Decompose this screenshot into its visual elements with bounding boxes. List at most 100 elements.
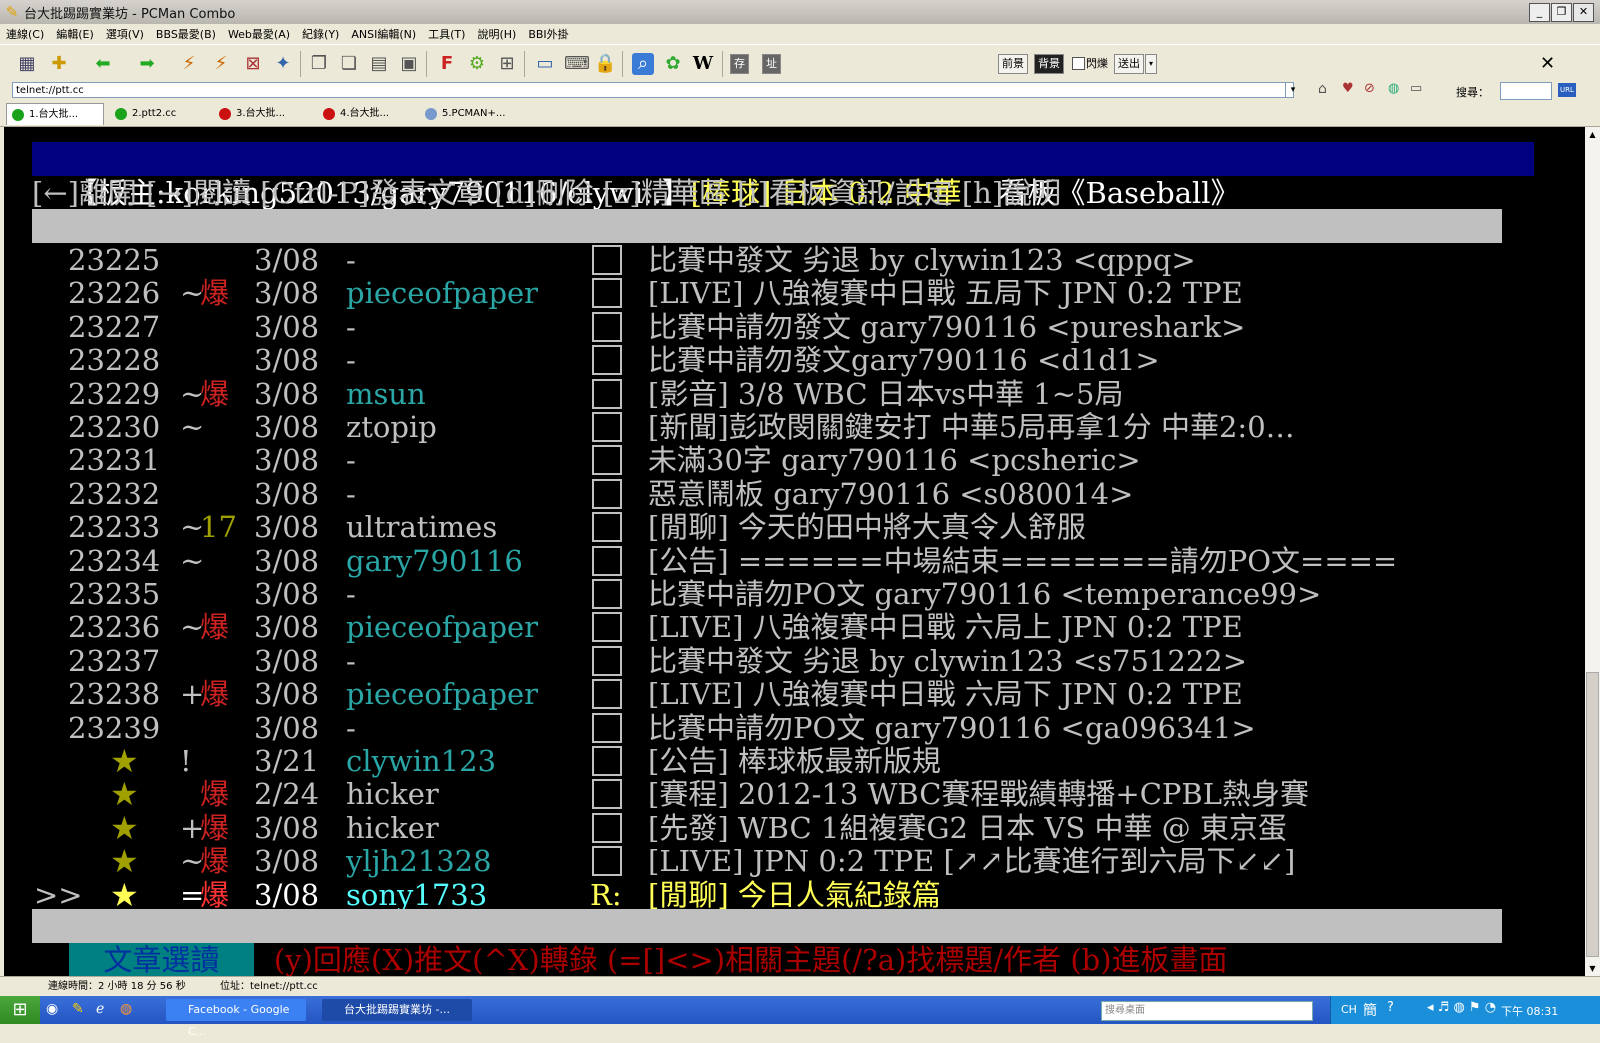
article-row[interactable]: 23235 3/08- 比賽中請勿PO文 gary790116 <temperanc…	[4, 577, 1564, 611]
background-color-button[interactable]: 背景	[1034, 54, 1064, 74]
address-dropdown-icon[interactable]: ▾	[1285, 83, 1300, 97]
article-row[interactable]: 23228 3/08- 比賽中請勿發文gary790116 <d1d1>	[4, 343, 1564, 377]
tab-3[interactable]: 3.台大批...	[214, 103, 312, 125]
screen-icon[interactable]: ▭	[534, 53, 556, 75]
pcman-icon[interactable]: ✎	[72, 1001, 84, 1017]
article-row[interactable]: 23225 3/08- 比賽中發文 劣退 by clywin123 <qppq>	[4, 243, 1564, 277]
article-row[interactable]: ★! 3/21 clywin123 [公告] 棒球板最新版規	[4, 744, 1564, 778]
menu-item-8[interactable]: 說明(H)	[477, 26, 516, 42]
article-row[interactable]: ★ ~ 爆 3/08 yljh21328 [LIVE] JPN 0:2 TPE [↗↗比賽…	[4, 844, 1564, 878]
paste-icon[interactable]: ❏	[338, 53, 360, 75]
tab-label: 2.ptt2.cc	[132, 108, 177, 119]
globe-icon[interactable]: ◍	[1388, 81, 1399, 96]
menu-item-1[interactable]: 編輯(E)	[56, 26, 94, 42]
ime-icon[interactable]: 簡	[1363, 1000, 1377, 1020]
article-row[interactable]: 23226 ~ 爆 3/08 pieceofpaper [LIVE] 八強複賽中日戰 五局…	[4, 276, 1564, 310]
scroll-up-icon[interactable]: ▲	[1585, 127, 1600, 142]
article-row[interactable]: 23231 3/08- 未滿30字 gary790116 <pcsheric>	[4, 443, 1564, 477]
article-row[interactable]: ★ 爆 2/24 hicker [賽程] 2012-13 WBC賽程戰績轉播+CPBL熱…	[4, 777, 1564, 811]
foreground-color-button[interactable]: 前景	[998, 54, 1028, 74]
footer-mode: 文章選讀	[68, 943, 254, 976]
article-row[interactable]: 23229 ~ 爆 3/08 msun [影音] 3/8 WBC 日本vs中華 1~5局	[4, 377, 1564, 411]
menu-item-9[interactable]: BBI外掛	[528, 26, 568, 42]
address-button[interactable]: 址	[762, 54, 781, 74]
tab-5[interactable]: 5.PCMAN+...	[420, 103, 518, 125]
article-mark: !	[180, 744, 192, 778]
scroll-down-icon[interactable]: ▼	[1585, 961, 1600, 976]
copy-icon[interactable]: ❐	[308, 53, 330, 75]
tab-1[interactable]: 1.台大批...	[6, 103, 104, 125]
article-row[interactable]: 23237 3/08- 比賽中發文 劣退 by clywin123 <s751222…	[4, 644, 1564, 678]
search-icon[interactable]: ⌕	[632, 53, 654, 75]
connect-icon[interactable]: ▦	[16, 53, 38, 75]
task-facebook[interactable]: Facebook - Google C...	[166, 999, 306, 1038]
firefox-icon[interactable]: ◍	[120, 1001, 132, 1017]
view-icon[interactable]: ▣	[398, 53, 420, 75]
article-date: 3/08	[254, 643, 320, 678]
terminal-scrollbar[interactable]: ▲ ▼	[1585, 127, 1600, 976]
disconnect-icon[interactable]: ⚡	[178, 53, 200, 75]
desktop-search-placeholder: 搜尋桌面	[1105, 1005, 1145, 1016]
copy-ansi-icon[interactable]: ▤	[368, 53, 390, 75]
article-mark: ~	[180, 543, 205, 578]
window-icon[interactable]: ▭	[1410, 81, 1422, 96]
article-row[interactable]: >> ★ = 爆 3/08 sony1733 R: [閒聊] 今日人氣紀錄篇	[4, 878, 1564, 912]
menu-item-4[interactable]: Web最愛(A)	[228, 26, 290, 42]
lock-icon[interactable]: 🔒	[594, 53, 616, 75]
chrome-icon[interactable]: ◉	[46, 1001, 58, 1017]
article-row[interactable]: 23238 + 爆 3/08 pieceofpaper [LIVE] 八強複賽中日戰 六局…	[4, 677, 1564, 711]
menu-item-2[interactable]: 選項(V)	[106, 26, 144, 42]
stop-icon[interactable]: ⊘	[1364, 81, 1375, 96]
menu-item-3[interactable]: BBS最愛(B)	[156, 26, 216, 42]
send-dropdown-icon[interactable]: ▾	[1145, 54, 1157, 74]
send-button[interactable]: 送出	[1114, 54, 1144, 74]
back-arrow-icon[interactable]: ⬅	[92, 53, 114, 75]
settings-gear-icon[interactable]: ⚙	[466, 53, 488, 75]
article-row[interactable]: 23233 ~17 3/08 ultratimes [閒聊] 今天的田中將大真令人舒服	[4, 510, 1564, 544]
menu-item-0[interactable]: 連線(C)	[6, 26, 44, 42]
article-row[interactable]: ★ + 爆 3/08 hicker [先發] WBC 1組複賽G2 日本 VS 中華 @ …	[4, 811, 1564, 845]
start-button[interactable]: ⊞	[0, 996, 40, 1024]
reconnect-icon[interactable]: ⚡	[210, 53, 232, 75]
menu-item-6[interactable]: ANSI編輯(N)	[351, 26, 416, 42]
blink-checkbox[interactable]	[1072, 57, 1085, 70]
font-icon[interactable]: F	[436, 53, 458, 75]
ie-icon[interactable]: ℯ	[96, 1001, 104, 1017]
article-row[interactable]: 23234 ~3/08 gary790116 [公告] ======中場結束=====…	[4, 544, 1564, 578]
article-row[interactable]: 23230 ~3/08 ztopip [新聞]彭政閔關鍵安打 中華5局再拿1分 中華2…	[4, 410, 1564, 444]
tab-4[interactable]: 4.台大批...	[318, 103, 416, 125]
pin-icon[interactable]: ✦	[272, 53, 294, 75]
tab-2[interactable]: 2.ptt2.cc	[110, 103, 208, 125]
address-input[interactable]: telnet://ptt.cc	[12, 82, 1294, 98]
search-input[interactable]	[1500, 82, 1552, 100]
wikipedia-icon[interactable]: W	[692, 53, 714, 75]
menu-item-5[interactable]: 紀錄(Y)	[302, 26, 339, 42]
bbs-terminal[interactable]: 【板主:korking52013/gary790116/clywi..】[棒球]…	[4, 127, 1585, 976]
keyboard-icon[interactable]: ⌨	[564, 53, 590, 75]
tray-icons[interactable]: ◂ ♬ ◍ ⚑ ◔	[1427, 1000, 1496, 1015]
maximize-button[interactable]: ❐	[1551, 3, 1572, 22]
new-tab-icon[interactable]: ✚	[48, 53, 70, 75]
close-connection-icon[interactable]: ⊠	[242, 53, 264, 75]
save-button[interactable]: 存	[730, 54, 749, 74]
task-pcman[interactable]: 台大批踢踢實業坊 -...	[322, 999, 472, 1021]
flower-icon[interactable]: ✿	[662, 53, 684, 75]
home-icon[interactable]: ⌂	[1318, 81, 1327, 97]
help-icon[interactable]: ?	[1387, 1000, 1394, 1015]
article-row[interactable]: 23236 ~ 爆 3/08 pieceofpaper [LIVE] 八強複賽中日戰 六局…	[4, 610, 1564, 644]
favorite-icon[interactable]: ♥	[1342, 81, 1354, 96]
scroll-thumb[interactable]	[1586, 672, 1599, 957]
minimize-button[interactable]: _	[1529, 3, 1550, 22]
article-row[interactable]: 23239 3/08- 比賽中請勿PO文 gary790116 <ga096341>	[4, 711, 1564, 745]
fullscreen-icon[interactable]: ⊞	[496, 53, 518, 75]
forward-arrow-icon[interactable]: ➡	[136, 53, 158, 75]
article-date: 3/08	[254, 276, 320, 311]
close-button[interactable]: ✕	[1573, 3, 1594, 22]
menu-item-7[interactable]: 工具(T)	[428, 26, 465, 42]
close-tab-icon[interactable]: ✕	[1540, 53, 1555, 74]
article-row[interactable]: 23232 3/08- 惡意鬧板 gary790116 <s080014>	[4, 477, 1564, 511]
tinyurl-icon[interactable]: URL	[1558, 83, 1576, 97]
desktop-search-input[interactable]: 搜尋桌面	[1101, 1001, 1313, 1021]
article-row[interactable]: 23227 3/08- 比賽中請勿發文 gary790116 <pureshark>	[4, 310, 1564, 344]
language-indicator[interactable]: CH	[1341, 1003, 1357, 1016]
